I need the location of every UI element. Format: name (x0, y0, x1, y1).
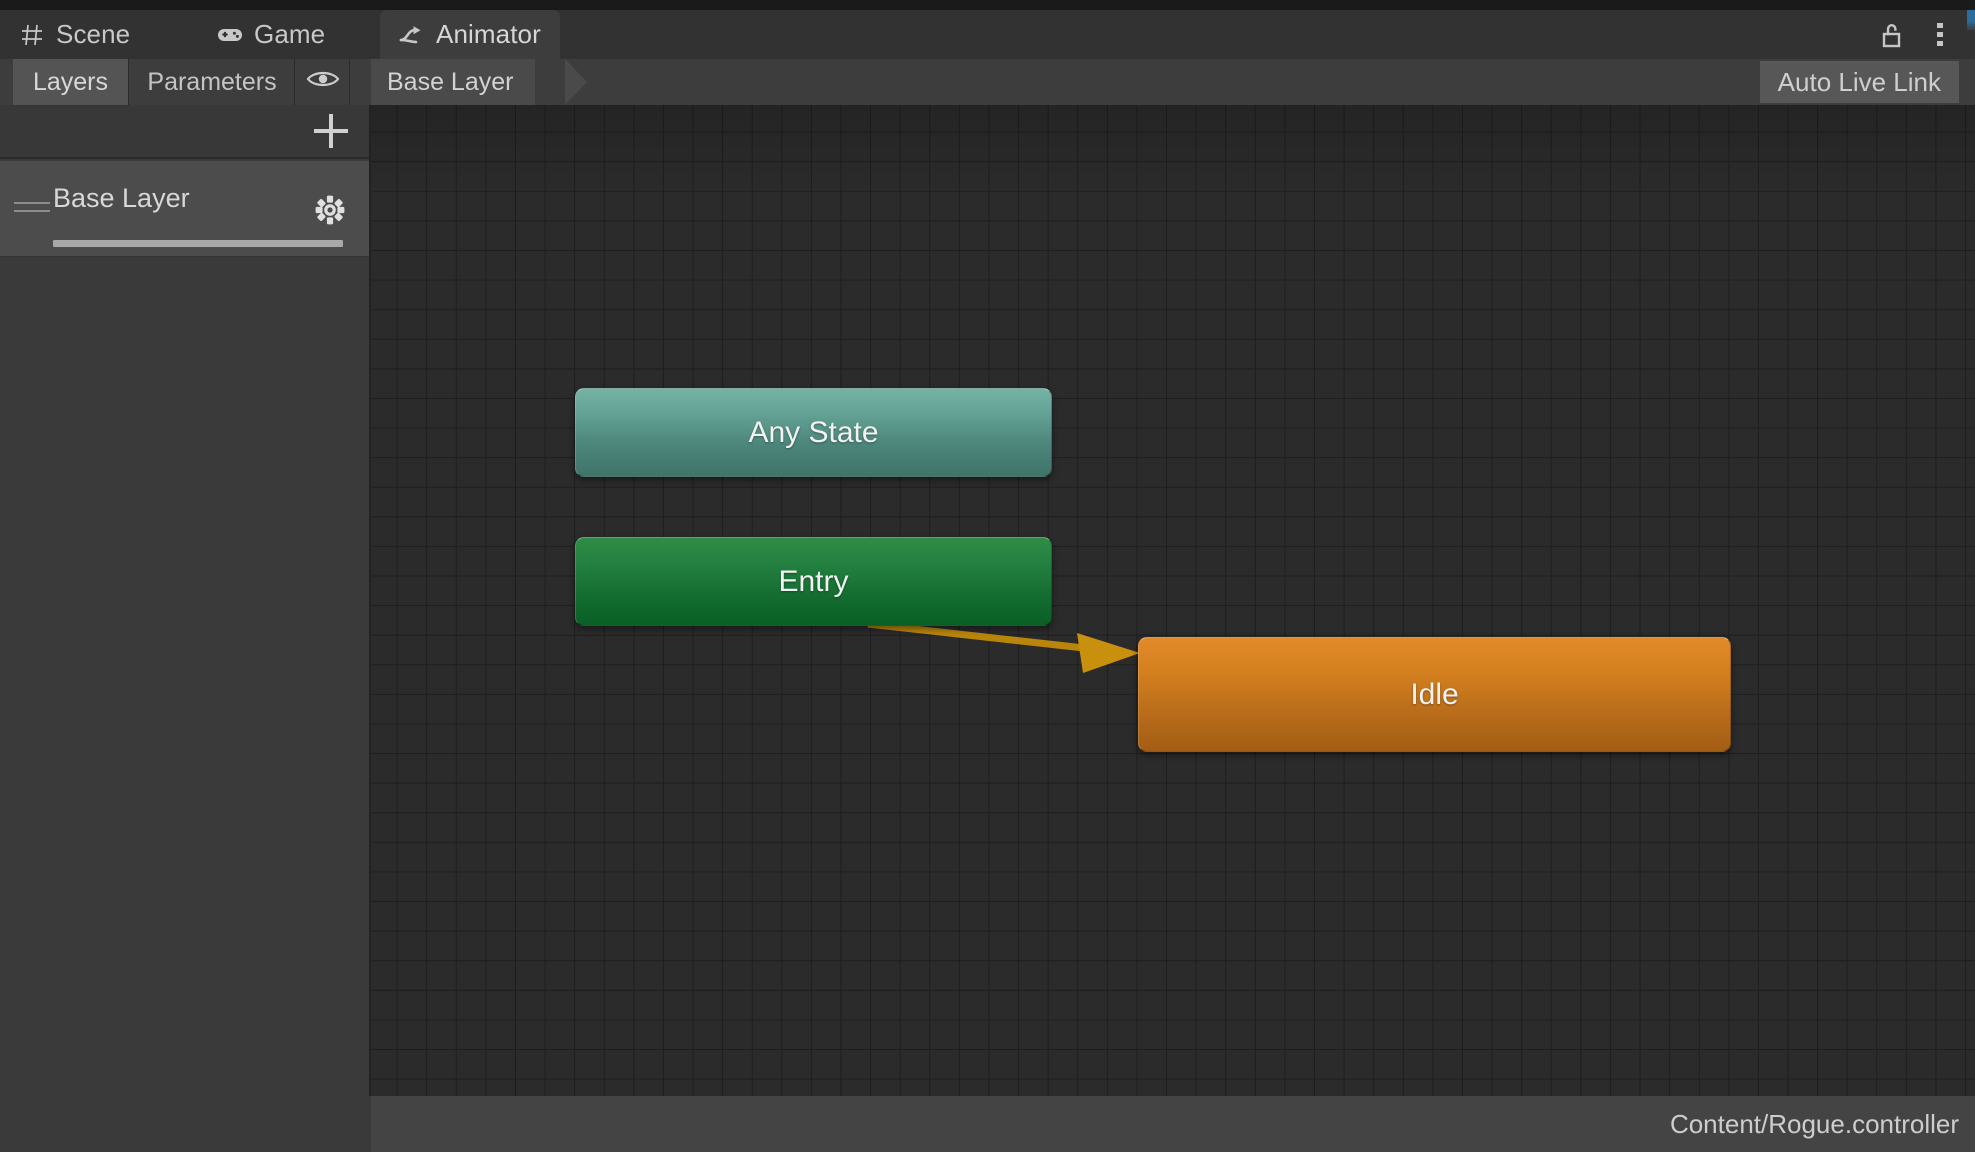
add-layer-button[interactable] (314, 114, 348, 148)
tab-animator[interactable]: Animator (380, 10, 560, 59)
tab-animator-label: Animator (436, 19, 541, 49)
state-node-entry[interactable]: Entry (575, 537, 1052, 626)
state-node-any-state[interactable]: Any State (575, 388, 1052, 477)
tab-scene-label: Scene (56, 19, 131, 49)
layer-list-item-base-layer[interactable]: Base Layer (0, 161, 370, 257)
tab-parameters-label: Parameters (147, 67, 277, 96)
tab-layers-label: Layers (32, 67, 109, 96)
breadcrumb-base-layer[interactable]: Base Layer (371, 59, 536, 105)
state-node-label: Any State (748, 415, 879, 449)
window-tab-strip: Scene Game Animator (0, 0, 1975, 59)
auto-live-link-label: Auto Live Link (1777, 66, 1941, 97)
status-bar: Content/Rogue.controller (371, 1096, 1975, 1152)
lock-icon[interactable] (1879, 20, 1905, 50)
focus-accent-marker (1967, 10, 1975, 30)
layer-name-label: Base Layer (53, 183, 190, 213)
tab-parameters[interactable]: Parameters (130, 59, 295, 105)
breadcrumb-bar-background (587, 59, 1736, 105)
layers-sidebar-empty-area (0, 258, 370, 1152)
window-controls (1879, 10, 1975, 59)
state-node-label: Idle (1410, 677, 1459, 711)
tab-scene[interactable]: Scene (0, 10, 150, 59)
layers-sidebar: Base Layer (0, 105, 370, 1152)
breadcrumb-label: Base Layer (387, 67, 514, 96)
toggle-visibility-button[interactable] (296, 59, 350, 105)
auto-live-link-button[interactable]: Auto Live Link (1759, 61, 1959, 103)
gamepad-icon (217, 22, 243, 48)
grid-icon (19, 22, 45, 48)
more-menu-icon[interactable] (1927, 20, 1953, 50)
state-node-idle[interactable]: Idle (1138, 637, 1731, 752)
state-machine-canvas[interactable]: Any State Entry Idle (371, 105, 1975, 1096)
tab-layers[interactable]: Layers (13, 59, 129, 105)
tab-game[interactable]: Game (198, 10, 345, 59)
drag-handle-icon[interactable] (14, 202, 50, 214)
animator-window: Scene Game Animator Layers Parameters Ba… (0, 0, 1975, 1152)
tab-game-label: Game (254, 19, 326, 49)
transition-entry-to-idle (867, 620, 1140, 673)
state-node-label: Entry (778, 564, 849, 598)
eye-icon (306, 68, 340, 97)
animator-toolbar: Layers Parameters Base Layer Auto Live L… (0, 59, 1975, 105)
asset-path-label: Content/Rogue.controller (1669, 1108, 1959, 1139)
layers-sidebar-toolbar (0, 105, 370, 159)
footer-left-pad (0, 1096, 371, 1152)
breadcrumb-chevron-icon (565, 59, 587, 105)
gear-icon[interactable] (314, 194, 346, 226)
animator-branch-icon (399, 22, 425, 48)
layer-weight-slider[interactable] (53, 240, 343, 247)
